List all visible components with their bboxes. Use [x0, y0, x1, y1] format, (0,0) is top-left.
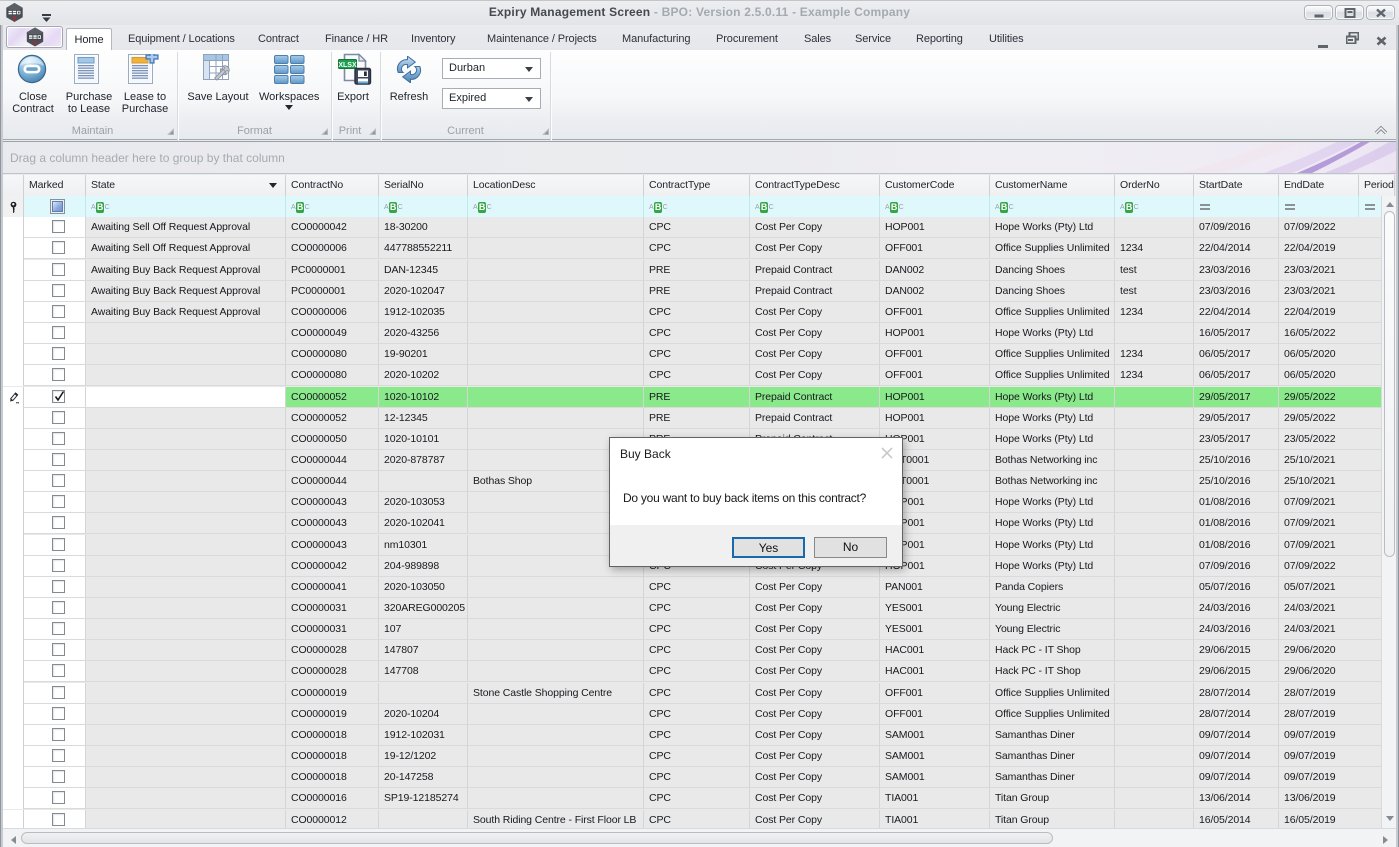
svg-text:XLSX: XLSX: [338, 62, 357, 69]
